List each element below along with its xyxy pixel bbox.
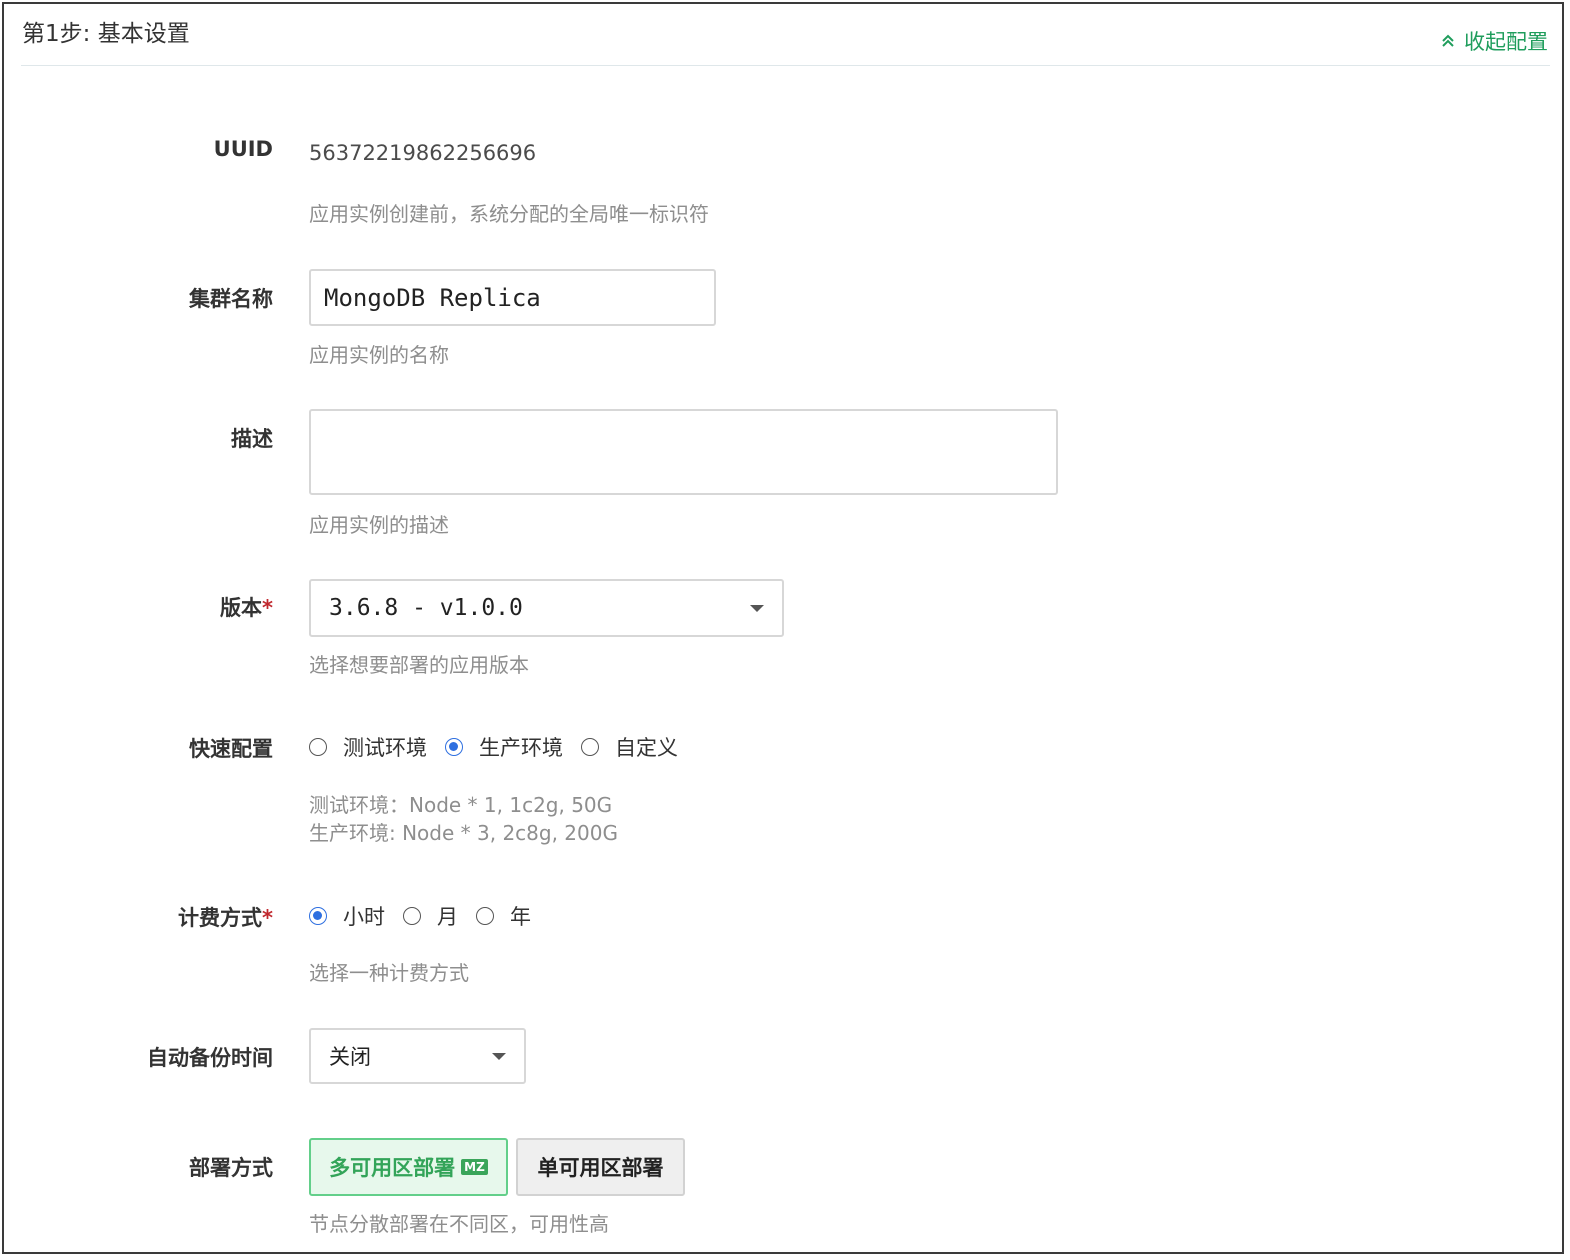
mz-badge: MZ (461, 1159, 488, 1175)
basic-settings-panel: 第1步: 基本设置 收起配置 UUID 56372219862256696 应用… (2, 2, 1564, 1254)
dropdown-caret-icon (492, 1052, 506, 1060)
step-title: 第1步: 基本设置 (22, 21, 190, 47)
radio-custom-label[interactable]: 自定义 (615, 732, 678, 762)
radio-prod-env-label[interactable]: 生产环境 (479, 732, 563, 762)
description-input[interactable] (309, 409, 1058, 495)
cluster-name-value: MongoDB Replica (324, 283, 541, 312)
radio-yearly-label[interactable]: 年 (510, 901, 531, 931)
multi-zone-deploy-button[interactable]: 多可用区部署 MZ (309, 1138, 508, 1196)
radio-monthly-label[interactable]: 月 (437, 901, 458, 931)
required-mark: * (262, 596, 273, 620)
version-selected-value: 3.6.8 - v1.0.0 (329, 595, 523, 621)
required-mark: * (262, 906, 273, 930)
quick-config-radio-group: 测试环境 生产环境 自定义 (309, 732, 696, 762)
cluster-name-label: 集群名称 (189, 287, 273, 311)
multi-zone-deploy-label: 多可用区部署 (329, 1156, 456, 1180)
description-label: 描述 (231, 427, 273, 451)
cluster-name-input[interactable]: MongoDB Replica (309, 269, 716, 326)
auto-backup-select[interactable]: 关闭 (309, 1028, 526, 1084)
collapse-config-label: 收起配置 (1464, 30, 1548, 54)
deploy-mode-help: 节点分散部署在不同区，可用性高 (309, 1212, 609, 1236)
version-help: 选择想要部署的应用版本 (309, 653, 529, 677)
auto-backup-label: 自动备份时间 (147, 1046, 273, 1070)
auto-backup-selected-value: 关闭 (329, 1045, 371, 1069)
uuid-help: 应用实例创建前，系统分配的全局唯一标识符 (309, 202, 709, 226)
radio-test-env-label[interactable]: 测试环境 (343, 732, 427, 762)
description-help: 应用实例的描述 (309, 513, 449, 537)
radio-yearly[interactable] (476, 907, 494, 925)
radio-custom[interactable] (581, 738, 599, 756)
header-divider (21, 65, 1550, 66)
billing-label-text: 计费方式 (178, 906, 263, 930)
radio-test-env[interactable] (309, 738, 327, 756)
billing-label: 计费方式* (4, 902, 273, 932)
radio-hourly[interactable] (309, 907, 327, 925)
version-label-text: 版本 (220, 596, 263, 620)
single-zone-deploy-button[interactable]: 单可用区部署 (516, 1138, 685, 1196)
version-label: 版本* (4, 592, 273, 622)
single-zone-deploy-label: 单可用区部署 (537, 1156, 664, 1180)
billing-radio-group: 小时 月 年 (309, 901, 549, 931)
deploy-mode-label: 部署方式 (189, 1156, 273, 1180)
radio-monthly[interactable] (403, 907, 421, 925)
quick-config-label: 快速配置 (189, 737, 273, 761)
uuid-value: 56372219862256696 (309, 141, 537, 165)
version-select[interactable]: 3.6.8 - v1.0.0 (309, 579, 784, 637)
billing-help: 选择一种计费方式 (309, 961, 469, 985)
dropdown-caret-icon (750, 604, 764, 612)
quick-config-help-prod: 生产环境: Node * 3, 2c8g, 200G (309, 821, 618, 845)
radio-prod-env[interactable] (445, 738, 463, 756)
radio-hourly-label[interactable]: 小时 (343, 901, 385, 931)
collapse-config-button[interactable]: 收起配置 (1440, 26, 1548, 56)
cluster-name-help: 应用实例的名称 (309, 343, 449, 367)
double-chevron-up-icon (1442, 34, 1454, 47)
quick-config-help-test: 测试环境：Node * 1, 1c2g, 50G (309, 793, 613, 817)
uuid-label: UUID (213, 137, 273, 161)
